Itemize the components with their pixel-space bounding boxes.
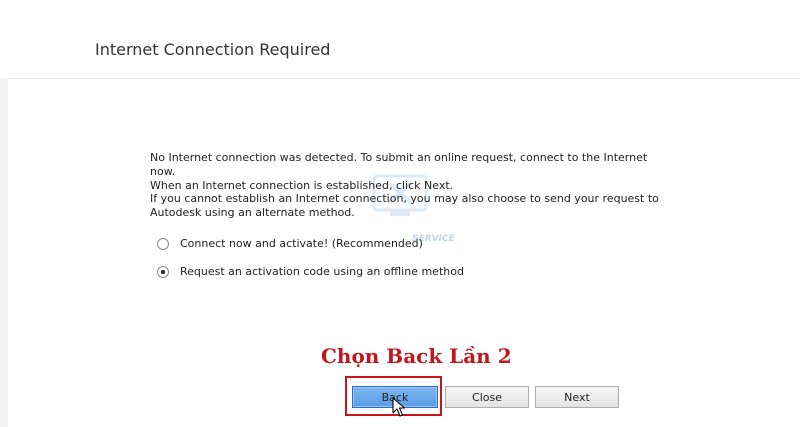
option-label: Connect now and activate! (Recommended) — [180, 237, 423, 250]
message-line: No Internet connection was detected. To … — [150, 151, 648, 178]
option-offline-method[interactable]: Request an activation code using an offl… — [157, 265, 464, 278]
left-edge — [0, 78, 8, 427]
no-connection-message: No Internet connection was detected. To … — [150, 151, 670, 193]
alternate-method-message: If you cannot establish an Internet conn… — [150, 192, 670, 220]
page-title: Internet Connection Required — [95, 40, 331, 59]
close-button[interactable]: Close — [445, 386, 529, 408]
next-button[interactable]: Next — [535, 386, 619, 408]
radio-button[interactable] — [157, 237, 169, 250]
message-line: Autodesk using an alternate method. — [150, 206, 355, 219]
option-label: Request an activation code using an offl… — [180, 265, 464, 278]
message-line: When an Internet connection is establish… — [150, 179, 454, 192]
option-connect-now[interactable]: Connect now and activate! (Recommended) — [157, 237, 423, 250]
arrow-cursor-icon — [392, 397, 406, 417]
dialog-header: Internet Connection Required — [0, 0, 800, 79]
message-line: If you cannot establish an Internet conn… — [150, 192, 659, 205]
radio-button-selected[interactable] — [157, 265, 169, 278]
tutorial-annotation: Chọn Back Lần 2 — [321, 344, 512, 368]
